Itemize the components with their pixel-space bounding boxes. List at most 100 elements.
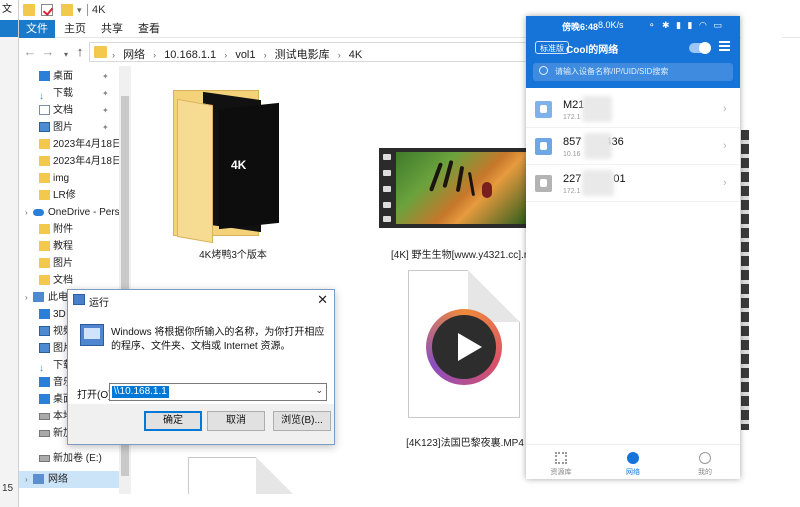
tab-network[interactable]: 网络 (598, 445, 668, 479)
chevron-right-icon[interactable]: › (723, 177, 727, 189)
up-arrow-icon[interactable]: ↑ (73, 44, 87, 60)
breadcrumb-item-host[interactable]: 10.168.1.1 (164, 49, 216, 61)
device-name-prefix: 857 (563, 136, 582, 148)
pc-icon (33, 292, 44, 302)
film-hole (383, 186, 391, 192)
close-icon[interactable]: ✕ (317, 292, 328, 308)
nav-item-documents[interactable]: 文档 ✦ (19, 102, 119, 119)
nav-item-label: OneDrive - Perso (48, 207, 119, 218)
nav-item-tutorials[interactable]: 教程 (19, 238, 119, 255)
download-icon: ↓ (39, 363, 44, 374)
address-bar[interactable]: › 网络 › 10.168.1.1 › vol1 › 测试电影库 › 4K (89, 42, 529, 62)
nav-item-label: 2023年4月18日 (53, 139, 119, 150)
nav-item-new-volume-e[interactable]: 新加卷 (E:) (19, 450, 119, 467)
folder-icon (39, 258, 50, 268)
breadcrumb-item-network[interactable]: 网络 (123, 49, 145, 61)
tab-label: 资源库 (550, 469, 572, 476)
nav-item-downloads[interactable]: ↓ 下载 ✦ (19, 85, 119, 102)
properties-icon[interactable] (41, 4, 53, 16)
tab-library[interactable]: 资源库 (526, 445, 596, 479)
nav-item-desktop[interactable]: 桌面 ✦ (19, 68, 119, 85)
redacted-area (582, 96, 612, 122)
chevron-down-icon[interactable]: ⌄ (315, 385, 323, 396)
back-arrow-icon[interactable]: ← (23, 44, 37, 60)
breadcrumb: › 网络 › 10.168.1.1 › vol1 › 测试电影库 › 4K (112, 46, 367, 62)
tab-view[interactable]: 查看 (135, 20, 163, 38)
right-content-edge (741, 0, 782, 507)
device-row[interactable]: 227 01 172.1 › (526, 166, 740, 202)
breadcrumb-item-current[interactable]: 4K (349, 49, 362, 61)
run-dialog-description: Windows 将根据你所输入的名称，为你打开相应的程序、文件夹、文档或 Int… (111, 327, 325, 352)
open-input-value[interactable]: \\10.168.1.1 (112, 386, 169, 398)
run-dialog: 运行 ✕ Windows 将根据你所输入的名称，为你打开相应的程序、文件夹、文档… (67, 289, 335, 445)
nav-item-label: 网络 (48, 474, 68, 485)
nav-item-od-documents[interactable]: 文档 (19, 272, 119, 289)
chevron-right-icon[interactable]: › (25, 289, 28, 306)
ok-button[interactable]: 确定 (144, 411, 202, 431)
media-file-icon (408, 270, 520, 418)
nav-item-label: 文档 (53, 105, 73, 116)
device-search-input[interactable]: 请输入设备名称/IP/UID/SID搜索 (533, 63, 733, 81)
nav-item-attachments[interactable]: 附件 (19, 221, 119, 238)
breadcrumb-item-library[interactable]: 测试电影库 (275, 49, 330, 61)
device-icon (535, 101, 552, 118)
nav-item-label: 桌面 (53, 71, 73, 82)
film-hole (383, 202, 391, 208)
background-window-title: 文 (0, 0, 20, 20)
chevron-right-icon: › (112, 50, 115, 60)
cancel-button[interactable]: 取消 (207, 411, 265, 431)
forward-arrow-icon[interactable]: → (41, 44, 55, 60)
browse-button[interactable]: 浏览(B)... (273, 411, 331, 431)
tab-mine[interactable]: 我的 (670, 445, 740, 479)
nav-item-lr[interactable]: LR修 (19, 187, 119, 204)
folder-icon (39, 224, 50, 234)
tab-home[interactable]: 主页 (61, 20, 89, 38)
new-folder-icon[interactable] (61, 4, 73, 16)
breadcrumb-item-volume[interactable]: vol1 (235, 49, 255, 61)
tiger-stripe (467, 171, 476, 197)
tab-file[interactable]: 文件 (19, 20, 55, 38)
tab-share[interactable]: 共享 (98, 20, 126, 38)
download-icon: ↓ (39, 91, 44, 102)
nav-item-label: img (53, 173, 70, 184)
screen: 文 15 ▾ 4K 文件 主页 共享 查看 ← → ▾ ↑ › 网络 › 10.… (0, 0, 800, 507)
nav-item-folder-date-1[interactable]: 2023年4月18日 (19, 136, 119, 153)
edition-badge: 标准版 (535, 41, 569, 54)
chevron-right-icon[interactable]: › (25, 471, 28, 488)
chevron-right-icon[interactable]: › (25, 204, 28, 221)
status-time: 傍晚6:48 (562, 22, 599, 32)
chevron-down-icon[interactable]: ▾ (77, 5, 82, 16)
folder-icon (39, 139, 50, 149)
folder-icon[interactable] (23, 4, 35, 16)
nav-item-label: 2023年4月18日 (53, 156, 119, 167)
network-name[interactable]: Cool的网络 (566, 41, 618, 56)
nav-item-label: 3D (53, 309, 66, 320)
device-row[interactable]: 857 436 10.16 › (526, 129, 740, 165)
tiger-stripe (428, 162, 444, 192)
nav-item-img[interactable]: img (19, 170, 119, 187)
nav-item-folder-date-2[interactable]: 2023年4月18日 (19, 153, 119, 170)
nav-item-onedrive[interactable]: › OneDrive - Perso (19, 204, 119, 221)
nav-item-od-pictures[interactable]: 图片 (19, 255, 119, 272)
device-ip: 172.1 (563, 188, 581, 195)
search-placeholder: 请输入设备名称/IP/UID/SID搜索 (555, 67, 669, 76)
nav-item-network[interactable]: › 网络 (19, 471, 119, 488)
chevron-right-icon[interactable]: › (723, 103, 727, 115)
menu-icon[interactable] (719, 41, 730, 51)
nav-item-label: 附件 (53, 224, 73, 235)
chevron-right-icon[interactable]: › (723, 140, 727, 152)
phone-app-panel: 傍晚6:48 8.0K/s ⚬ ✱ ▮ ▮ ◠ ▭ 标准版 Cool的网络 请输… (526, 16, 740, 479)
open-input[interactable]: \\10.168.1.1 ⌄ (109, 383, 327, 401)
device-ip: 172.1 (563, 114, 581, 121)
app-topbar: 标准版 Cool的网络 (526, 38, 740, 56)
nav-item-label: 图片 (53, 122, 73, 133)
film-hole (383, 170, 391, 176)
network-toggle[interactable] (689, 42, 711, 54)
folder-icon (39, 275, 50, 285)
device-name-prefix: 227 (563, 173, 582, 185)
device-row[interactable]: M21 172.1 › (526, 92, 740, 128)
device-icon (535, 175, 552, 192)
nav-item-pictures[interactable]: 图片 ✦ (19, 119, 119, 136)
recent-locations-chevron-icon[interactable]: ▾ (59, 47, 73, 63)
nav-item-label: 教程 (53, 241, 73, 252)
